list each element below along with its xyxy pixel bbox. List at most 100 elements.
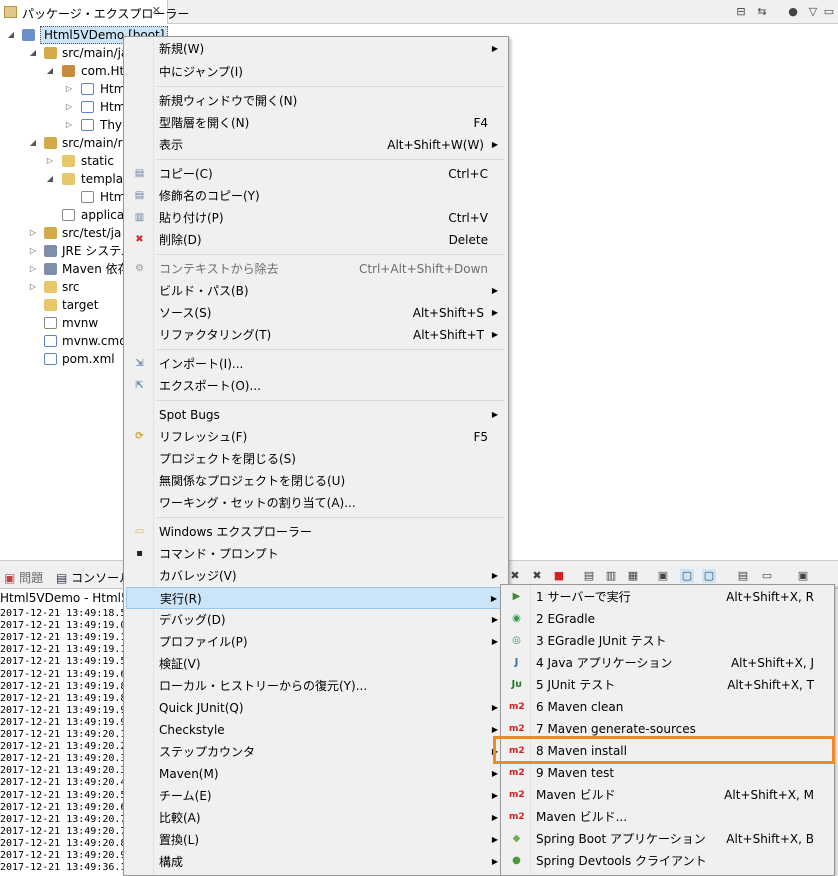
open-console-icon[interactable]: ▤	[736, 569, 750, 583]
menu-item-d[interactable]: ✖ 削除(D) Delete	[126, 229, 506, 251]
menu-item-i[interactable]: ⇲ インポート(I)...	[126, 353, 506, 375]
display-console-icon[interactable]: ▭	[760, 569, 774, 583]
console-log-line: 2017-12-21 13:49:20.8	[0, 837, 127, 849]
remove-launch-icon[interactable]: ✖	[530, 569, 544, 583]
stop-icon[interactable]: ■	[552, 569, 566, 583]
menu-item-e[interactable]: チーム(E) ▶	[126, 785, 506, 807]
library-icon	[44, 245, 57, 257]
collapse-icon[interactable]: ▷	[64, 116, 74, 134]
menu-item-c[interactable]: ▤ コピー(C) Ctrl+C	[126, 163, 506, 185]
collapse-icon[interactable]: ▷	[64, 98, 74, 116]
import-icon: ⇲	[135, 358, 144, 369]
menu-item-v[interactable]: 検証(V)	[126, 653, 506, 675]
menu-item-quick-junit-q[interactable]: Quick JUnit(Q) ▶	[126, 697, 506, 719]
menu-item-w[interactable]: 新規(W) ▶	[126, 38, 506, 60]
submenu-arrow-icon: ▶	[491, 615, 498, 624]
menu-item-8-maven-install[interactable]: m2 8 Maven install	[503, 740, 832, 762]
console-log-line: 2017-12-21 13:49:19.8	[0, 692, 127, 704]
submenu-arrow-icon: ▶	[491, 835, 498, 844]
minimize-icon[interactable]: ▭	[822, 5, 836, 19]
menu-item-label: Windows エクスプローラー	[159, 525, 313, 539]
menu-item-item[interactable]: ステップカウンタ ▶	[126, 741, 506, 763]
menu-item-n[interactable]: 新規ウィンドウで開く(N)	[126, 90, 506, 112]
menu-item-checkstyle[interactable]: Checkstyle ▶	[126, 719, 506, 741]
view-menu-icon[interactable]: ▽	[806, 5, 820, 19]
folder-icon	[44, 281, 57, 293]
link-with-editor-icon[interactable]: ⇆	[755, 5, 769, 19]
show-stdout-icon[interactable]: ▢	[680, 569, 694, 583]
menu-item-spot-bugs[interactable]: Spot Bugs ▶	[126, 404, 506, 426]
menu-item-maven[interactable]: m2 Maven ビルド Alt+Shift+X, M	[503, 784, 832, 806]
expand-icon[interactable]: ◢	[45, 62, 55, 80]
new-console-icon[interactable]: ▣	[796, 569, 810, 583]
menu-item-l[interactable]: 置換(L) ▶	[126, 829, 506, 851]
expand-icon[interactable]: ◢	[28, 44, 38, 62]
collapse-icon[interactable]: ▷	[45, 152, 55, 170]
menu-item-u[interactable]: 無関係なプロジェクトを閉じる(U)	[126, 470, 506, 492]
menu-item-3-egradle-junit[interactable]: ◎ 3 EGradle JUnit テスト	[503, 630, 832, 652]
collapse-icon[interactable]: ▷	[28, 242, 38, 260]
menu-item-o[interactable]: ⇱ エクスポート(O)...	[126, 375, 506, 397]
menu-item-i[interactable]: 中にジャンプ(I)	[126, 61, 506, 83]
menu-item-f[interactable]: ⟳ リフレッシュ(F) F5	[126, 426, 506, 448]
close-icon[interactable]: ✕	[152, 4, 161, 17]
folder-explore-icon: ▭	[134, 526, 145, 537]
collapse-icon[interactable]: ▷	[28, 224, 38, 242]
focus-icon[interactable]: ●	[786, 5, 800, 19]
menu-item-item[interactable]: 構成 ▶	[126, 851, 506, 873]
word-wrap-icon[interactable]: ▦	[626, 569, 640, 583]
collapse-icon[interactable]: ▷	[28, 260, 38, 278]
expand-icon[interactable]: ◢	[6, 26, 16, 44]
menu-item-item[interactable]: ▪ コマンド・プロンプト	[126, 543, 506, 565]
show-stderr-icon[interactable]: ▢	[702, 569, 716, 583]
expand-icon[interactable]: ◢	[28, 134, 38, 152]
scroll-lock-icon[interactable]: ▥	[604, 569, 618, 583]
refresh-icon: ⟳	[135, 431, 144, 442]
collapse-icon[interactable]: ▷	[64, 80, 74, 98]
menu-item-label: 置換(L)	[159, 833, 200, 847]
menu-item-p[interactable]: プロファイル(P) ▶	[126, 631, 506, 653]
explorer-tab[interactable]: パッケージ・エクスプローラー ✕	[0, 0, 189, 24]
menu-item-windows[interactable]: ▭ Windows エクスプローラー	[126, 521, 506, 543]
menu-item-r[interactable]: 実行(R) ▶	[126, 587, 506, 609]
collapse-all-icon[interactable]: ⊟	[734, 5, 748, 19]
menu-item-label: 構成	[159, 855, 184, 869]
tab-console[interactable]: ▤ コンソール	[56, 569, 131, 586]
menu-item-spring-devtools[interactable]: ● Spring Devtools クライアント	[503, 850, 832, 872]
menu-item-maven[interactable]: m2 Maven ビルド...	[503, 806, 832, 828]
menu-item-9-maven-test[interactable]: m2 9 Maven test	[503, 762, 832, 784]
source-folder-icon	[44, 137, 57, 149]
clear-console-icon[interactable]: ▤	[582, 569, 596, 583]
menu-item-n[interactable]: 型階層を開く(N) F4	[126, 112, 506, 134]
menu-item-5-junit[interactable]: Jᴜ 5 JUnit テスト Alt+Shift+X, T	[503, 674, 832, 696]
menu-item-6-maven-clean[interactable]: m2 6 Maven clean	[503, 696, 832, 718]
menu-item-1[interactable]: ▶ 1 サーバーで実行 Alt+Shift+X, R	[503, 586, 832, 608]
menu-item-7-maven-generate-sources[interactable]: m2 7 Maven generate-sources	[503, 718, 832, 740]
menu-item-b[interactable]: ビルド・パス(B) ▶	[126, 280, 506, 302]
menu-item-d[interactable]: デバッグ(D) ▶	[126, 609, 506, 631]
menu-item-p[interactable]: ▥ 貼り付け(P) Ctrl+V	[126, 207, 506, 229]
terminal-icon: ▪	[136, 548, 143, 559]
menu-item-spring-boot[interactable]: ◆ Spring Boot アプリケーション Alt+Shift+X, B	[503, 828, 832, 850]
menu-item-2-egradle[interactable]: ◉ 2 EGradle	[503, 608, 832, 630]
menu-item-a[interactable]: ワーキング・セットの割り当て(A)...	[126, 492, 506, 514]
collapse-icon[interactable]: ▷	[28, 278, 38, 296]
menu-item-4-java[interactable]: J 4 Java アプリケーション Alt+Shift+X, J	[503, 652, 832, 674]
menu-item-y[interactable]: ローカル・ヒストリーからの復元(Y)...	[126, 675, 506, 697]
menu-item-item[interactable]: 表示 Alt+Shift+W(W) ▶	[126, 134, 506, 156]
menu-item-s[interactable]: プロジェクトを閉じる(S)	[126, 448, 506, 470]
pom-file-icon	[44, 353, 57, 365]
menu-item-t[interactable]: リファクタリング(T) Alt+Shift+T ▶	[126, 324, 506, 346]
menu-item-a[interactable]: 比較(A) ▶	[126, 807, 506, 829]
console-log-line: 2017-12-21 13:49:19.1	[0, 644, 127, 656]
terminate-icon[interactable]: ✖	[508, 569, 522, 583]
expand-icon[interactable]: ◢	[45, 170, 55, 188]
submenu-arrow-icon: ▶	[491, 308, 498, 317]
tab-problems[interactable]: ▣ 問題	[4, 569, 43, 586]
menu-item-s[interactable]: ソース(S) Alt+Shift+S ▶	[126, 302, 506, 324]
menu-item-y[interactable]: ▤ 修飾名のコピー(Y)	[126, 185, 506, 207]
pin-console-icon[interactable]: ▣	[656, 569, 670, 583]
menu-item-label: 修飾名のコピー(Y)	[159, 189, 260, 203]
menu-item-v[interactable]: カバレッジ(V) ▶	[126, 565, 506, 587]
menu-item-maven-m[interactable]: Maven(M) ▶	[126, 763, 506, 785]
